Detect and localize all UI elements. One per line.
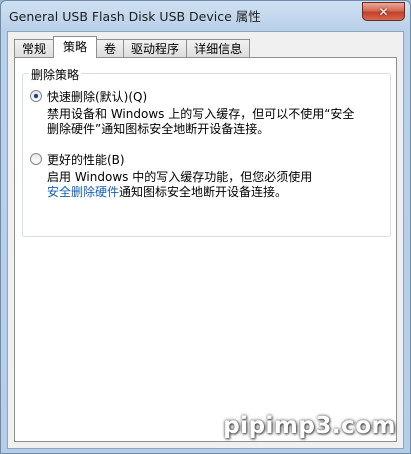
better-performance-desc-line1: 启用 Windows 中的写入缓存功能，但您必须使用	[47, 170, 313, 184]
quick-removal-desc-line1: 禁用设备和 Windows 上的写入缓存，但可以不使用“安全	[47, 107, 355, 121]
window-title: General USB Flash Disk USB Device 属性	[9, 9, 261, 24]
close-icon: ✕	[378, 4, 389, 19]
better-performance-desc-rest: 通知图标安全地断开设备连接。	[119, 185, 288, 199]
tab-strip: 常规 策略 卷 驱动程序 详细信息	[14, 36, 251, 58]
tab-policies[interactable]: 策略	[53, 36, 98, 58]
better-performance-desc-line2: 安全删除硬件通知图标安全地断开设备连接。	[47, 185, 287, 200]
removal-policy-group: 删除策略 快速删除(默认)(Q) 禁用设备和 Windows 上的写入缓存，但可…	[22, 66, 391, 237]
close-button[interactable]: ✕	[362, 2, 405, 21]
quick-removal-radio[interactable]	[30, 90, 42, 102]
dialog-client: 常规 策略 卷 驱动程序 详细信息 删除策略 快速删除(默认)(Q) 禁用设备和…	[7, 31, 404, 449]
safely-remove-hardware-link[interactable]: 安全删除硬件	[47, 185, 119, 199]
better-performance-radio[interactable]	[30, 153, 42, 165]
tab-driver[interactable]: 驱动程序	[123, 39, 188, 58]
properties-window: General USB Flash Disk USB Device 属性 ✕ 常…	[0, 0, 411, 454]
tab-volumes[interactable]: 卷	[96, 39, 125, 58]
policies-panel: 删除策略 快速删除(默认)(Q) 禁用设备和 Windows 上的写入缓存，但可…	[14, 57, 397, 442]
tab-general[interactable]: 常规	[14, 39, 55, 58]
group-title: 删除策略	[29, 66, 82, 83]
watermark-logo: pipimp3.com	[223, 413, 396, 439]
better-performance-label[interactable]: 更好的性能(B)	[47, 151, 125, 168]
quick-removal-desc-line2: 删除硬件”通知图标安全地断开设备连接。	[47, 122, 270, 136]
quick-removal-label[interactable]: 快速删除(默认)(Q)	[47, 88, 147, 105]
title-bar[interactable]: General USB Flash Disk USB Device 属性 ✕	[1, 1, 410, 29]
tab-details[interactable]: 详细信息	[186, 39, 251, 58]
